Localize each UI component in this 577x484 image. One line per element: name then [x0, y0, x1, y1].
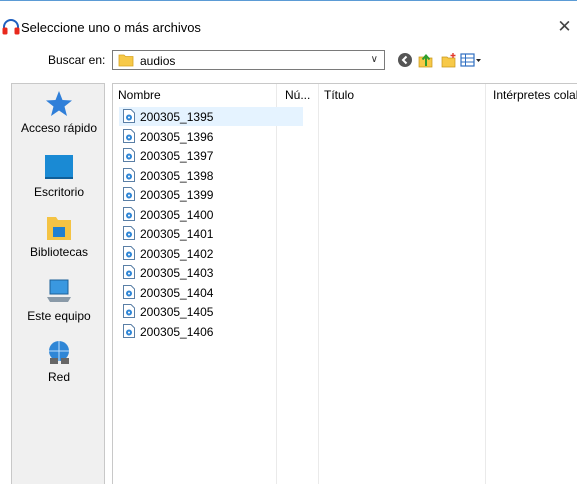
back-icon[interactable]	[397, 52, 413, 68]
dialog-title: Seleccione uno o más archivos	[21, 20, 201, 35]
audio-file-icon	[123, 265, 135, 279]
file-list[interactable]: ⌃ Nombre Nú... Título Intérpretes colal …	[112, 83, 577, 484]
headphones-icon	[2, 19, 20, 35]
place-label: Acceso rápido	[20, 121, 98, 135]
file-row[interactable]: 200305_1395	[119, 107, 303, 126]
audio-file-icon	[123, 167, 135, 182]
column-separator	[485, 84, 486, 484]
place-label: Bibliotecas	[29, 245, 89, 259]
file-row[interactable]: 200305_1399	[119, 185, 303, 204]
audio-file-icon	[123, 284, 135, 299]
new-folder-icon[interactable]	[441, 52, 457, 68]
file-row[interactable]: 200305_1401	[119, 224, 303, 243]
look-in-label: Buscar en:	[48, 53, 106, 67]
column-header-title[interactable]: Título	[324, 88, 354, 109]
audio-file-icon	[123, 148, 135, 162]
view-menu-icon[interactable]	[460, 52, 482, 68]
file-row[interactable]: 200305_1400	[119, 205, 303, 224]
look-in-value: audios	[140, 54, 176, 68]
desktop-icon	[45, 155, 73, 179]
file-name: 200305_1395	[140, 110, 214, 124]
place-libraries[interactable]: Bibliotecas	[12, 213, 106, 259]
file-name: 200305_1398	[140, 168, 214, 183]
folder-icon	[118, 54, 134, 67]
places-bar: Acceso rápido Escritorio Bibliotecas Est…	[11, 83, 105, 484]
file-row[interactable]: 200305_1398	[119, 166, 303, 185]
file-row[interactable]: 200305_1397	[119, 146, 303, 165]
look-in-dropdown[interactable]: audios ∨	[112, 50, 385, 70]
file-name: 200305_1401	[140, 227, 214, 241]
file-name: 200305_1405	[140, 305, 214, 319]
close-button[interactable]: ✕	[552, 15, 577, 39]
audio-file-icon	[123, 206, 135, 221]
place-quick-access[interactable]: Acceso rápido	[12, 89, 106, 135]
audio-file-icon	[123, 226, 135, 240]
place-desktop[interactable]: Escritorio	[12, 153, 106, 199]
column-separator	[318, 84, 319, 484]
title-bar: Seleccione uno o más archivos ✕	[0, 1, 577, 39]
star-icon	[46, 91, 72, 116]
file-name: 200305_1397	[140, 149, 214, 163]
audio-file-icon	[123, 304, 135, 318]
file-name: 200305_1404	[140, 285, 214, 300]
audio-file-icon	[123, 245, 135, 260]
file-name: 200305_1406	[140, 324, 214, 339]
audio-file-icon	[123, 323, 135, 338]
file-row[interactable]: 200305_1402	[119, 244, 303, 263]
place-this-pc[interactable]: Este equipo	[12, 277, 106, 323]
file-name: 200305_1399	[140, 188, 214, 202]
file-row[interactable]: 200305_1396	[119, 127, 303, 146]
audio-file-icon	[123, 187, 135, 201]
file-name: 200305_1403	[140, 266, 214, 280]
file-name: 200305_1396	[140, 129, 214, 144]
file-row[interactable]: 200305_1404	[119, 283, 303, 302]
place-network[interactable]: Red	[12, 338, 106, 384]
column-header-name[interactable]: Nombre	[118, 88, 161, 109]
file-name: 200305_1400	[140, 207, 214, 222]
file-row[interactable]: 200305_1405	[119, 302, 303, 321]
file-name: 200305_1402	[140, 246, 214, 261]
file-row[interactable]: 200305_1406	[119, 322, 303, 341]
sort-ascending-icon: ⌃	[194, 83, 202, 90]
computer-icon	[47, 279, 71, 302]
place-label: Escritorio	[33, 185, 84, 199]
network-icon	[49, 341, 69, 364]
column-header-artists[interactable]: Intérpretes colal	[493, 88, 577, 109]
libraries-icon	[47, 217, 71, 240]
up-folder-icon[interactable]	[418, 52, 434, 68]
place-label: Red	[47, 370, 70, 384]
audio-file-icon	[123, 128, 135, 143]
audio-file-icon	[123, 109, 135, 123]
file-row[interactable]: 200305_1403	[119, 263, 303, 282]
place-label: Este equipo	[27, 309, 91, 323]
chevron-down-icon: ∨	[370, 54, 378, 65]
column-header-number[interactable]: Nú...	[285, 88, 310, 109]
